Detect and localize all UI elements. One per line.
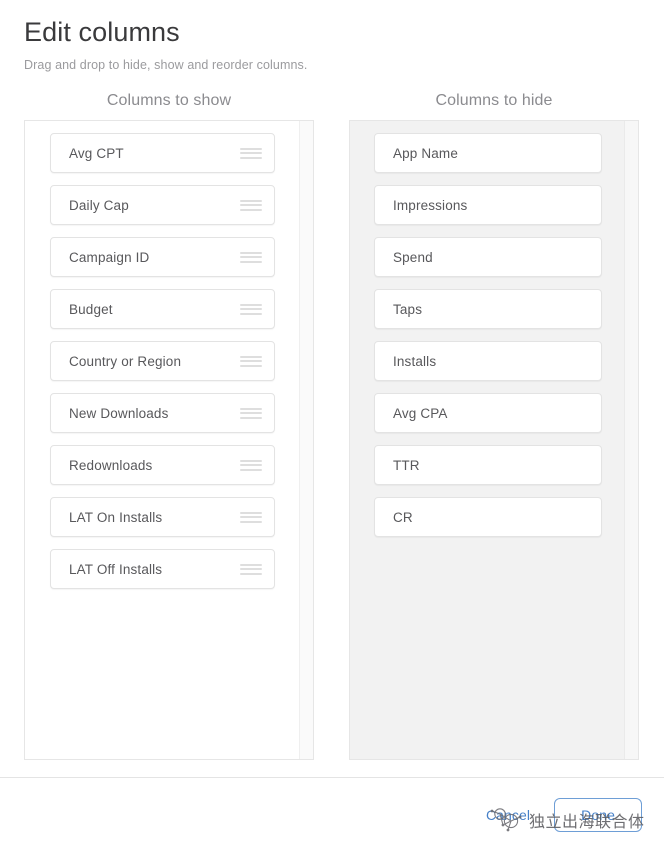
columns-to-show-list[interactable]: Avg CPT Daily Cap Campaign ID Budget Country… bbox=[25, 121, 313, 759]
column-card-hide-label: Avg CPA bbox=[393, 405, 448, 421]
column-card-hide-label: Installs bbox=[393, 353, 437, 369]
columns-panels: Avg CPT Daily Cap Campaign ID Budget Country… bbox=[0, 120, 664, 760]
column-card-hide[interactable]: Spend bbox=[374, 237, 602, 277]
column-headings: Columns to show Columns to hide bbox=[0, 92, 664, 110]
dialog-subtitle: Drag and drop to hide, show and reorder … bbox=[24, 58, 308, 72]
drag-handle-icon[interactable] bbox=[240, 459, 262, 471]
column-card-show-label: LAT Off Installs bbox=[69, 561, 163, 577]
column-card-hide[interactable]: TTR bbox=[374, 445, 602, 485]
columns-to-show-panel[interactable]: Avg CPT Daily Cap Campaign ID Budget Country… bbox=[24, 120, 314, 760]
column-card-show[interactable]: LAT On Installs bbox=[50, 497, 275, 537]
column-card-hide[interactable]: Avg CPA bbox=[374, 393, 602, 433]
column-card-show-label: New Downloads bbox=[69, 405, 169, 421]
page-title: Edit columns bbox=[24, 17, 180, 47]
drag-handle-icon[interactable] bbox=[240, 199, 262, 211]
column-card-hide[interactable]: Taps bbox=[374, 289, 602, 329]
column-card-hide[interactable]: CR bbox=[374, 497, 602, 537]
columns-to-hide-heading: Columns to hide bbox=[435, 92, 553, 109]
cancel-button[interactable]: Cancel bbox=[486, 807, 530, 823]
column-card-show-label: LAT On Installs bbox=[69, 509, 163, 525]
column-card-show[interactable]: New Downloads bbox=[50, 393, 275, 433]
drag-handle-icon[interactable] bbox=[240, 251, 262, 263]
column-card-show[interactable]: Budget bbox=[50, 289, 275, 329]
column-card-show-label: Redownloads bbox=[69, 457, 153, 473]
columns-to-hide-list[interactable]: App Name Impressions Spend Taps Installs Avg … bbox=[350, 121, 638, 759]
column-card-hide-label: CR bbox=[393, 509, 413, 525]
column-card-hide[interactable]: Installs bbox=[374, 341, 602, 381]
column-card-show-label: Campaign ID bbox=[69, 249, 150, 265]
column-card-show[interactable]: Country or Region bbox=[50, 341, 275, 381]
edit-columns-dialog: Edit columns Drag and drop to hide, show… bbox=[0, 0, 664, 852]
column-card-show[interactable]: Redownloads bbox=[50, 445, 275, 485]
drag-handle-icon[interactable] bbox=[240, 563, 262, 575]
column-card-hide-label: Taps bbox=[393, 301, 423, 317]
drag-handle-icon[interactable] bbox=[240, 147, 262, 159]
dialog-footer: Cancel Done bbox=[0, 778, 664, 852]
columns-to-show-heading: Columns to show bbox=[106, 92, 232, 109]
column-card-hide-label: App Name bbox=[393, 145, 458, 161]
column-card-hide-label: TTR bbox=[393, 457, 420, 473]
show-panel-scrollbar[interactable] bbox=[299, 121, 313, 759]
drag-handle-icon[interactable] bbox=[240, 355, 262, 367]
drag-handle-icon[interactable] bbox=[240, 303, 262, 315]
column-card-show-label: Daily Cap bbox=[69, 197, 129, 213]
hide-panel-scrollbar[interactable] bbox=[624, 121, 638, 759]
column-card-hide[interactable]: Impressions bbox=[374, 185, 602, 225]
column-card-hide-label: Impressions bbox=[393, 197, 468, 213]
column-card-show-label: Budget bbox=[69, 301, 113, 317]
column-card-hide-label: Spend bbox=[393, 249, 433, 265]
column-card-hide[interactable]: App Name bbox=[374, 133, 602, 173]
drag-handle-icon[interactable] bbox=[240, 407, 262, 419]
drag-handle-icon[interactable] bbox=[240, 511, 262, 523]
column-card-show[interactable]: Avg CPT bbox=[50, 133, 275, 173]
dialog-header: Edit columns Drag and drop to hide, show… bbox=[0, 0, 664, 74]
column-card-show[interactable]: Daily Cap bbox=[50, 185, 275, 225]
column-card-show[interactable]: Campaign ID bbox=[50, 237, 275, 277]
column-card-show-label: Country or Region bbox=[69, 353, 182, 369]
done-button[interactable]: Done bbox=[554, 798, 642, 832]
column-card-show[interactable]: LAT Off Installs bbox=[50, 549, 275, 589]
columns-to-hide-panel[interactable]: App Name Impressions Spend Taps Installs Avg … bbox=[349, 120, 639, 760]
column-card-show-label: Avg CPT bbox=[69, 145, 124, 161]
